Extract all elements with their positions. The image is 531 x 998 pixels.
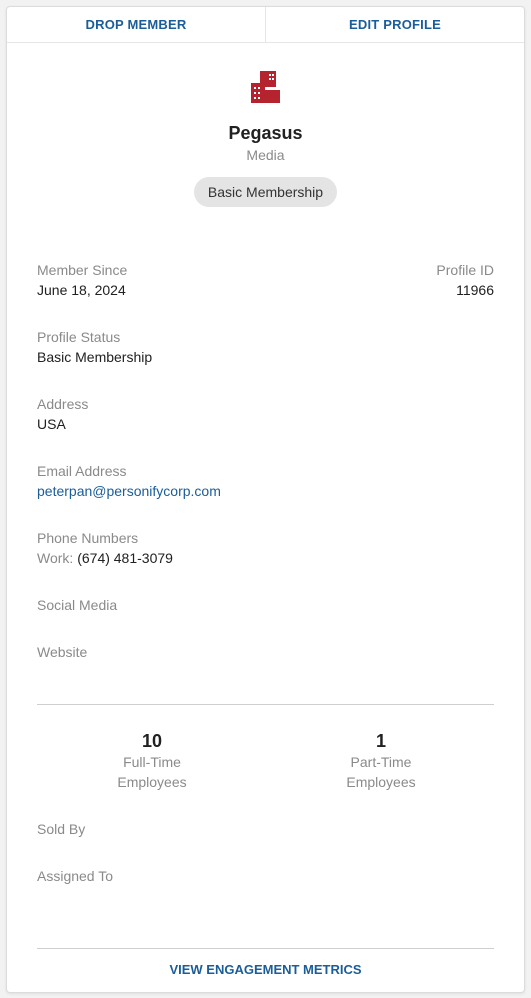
profile-id-label: Profile ID xyxy=(436,262,494,278)
phone-label: Phone Numbers xyxy=(37,530,139,546)
view-engagement-metrics-button[interactable]: VIEW ENGAGEMENT METRICS xyxy=(7,962,524,977)
member-profile-card: DROP MEMBER EDIT PROFILE Pegasus Media B… xyxy=(6,6,525,993)
part-time-label-line2: Employees xyxy=(346,774,416,790)
full-time-employees-stat: 10 Full-Time Employees xyxy=(92,731,212,792)
full-time-label-line2: Employees xyxy=(117,774,187,790)
buildings-icon xyxy=(251,71,280,103)
member-since-value: June 18, 2024 xyxy=(37,282,126,298)
card-actions: DROP MEMBER EDIT PROFILE xyxy=(7,7,524,43)
address-label: Address xyxy=(37,396,89,412)
part-time-employees-stat: 1 Part-Time Employees xyxy=(321,731,441,792)
website-label: Website xyxy=(37,644,88,660)
drop-member-button[interactable]: DROP MEMBER xyxy=(7,7,265,42)
part-time-label-line1: Part-Time xyxy=(350,754,412,770)
email-label: Email Address xyxy=(37,463,127,479)
sold-by-label: Sold By xyxy=(37,821,86,837)
address-value: USA xyxy=(37,416,66,432)
membership-badge: Basic Membership xyxy=(193,177,338,207)
phone-number: (674) 481-3079 xyxy=(77,550,173,566)
profile-status-value: Basic Membership xyxy=(37,349,153,365)
divider xyxy=(37,948,494,949)
member-since-label: Member Since xyxy=(37,262,128,278)
divider xyxy=(37,704,494,705)
organization-name: Pegasus xyxy=(228,123,303,143)
full-time-count: 10 xyxy=(141,731,163,751)
phone-row: Work: (674) 481-3079 xyxy=(37,550,173,566)
edit-profile-button[interactable]: EDIT PROFILE xyxy=(265,7,524,42)
organization-type: Media xyxy=(246,147,285,163)
social-media-label: Social Media xyxy=(37,597,118,613)
phone-type: Work: xyxy=(37,550,74,566)
assigned-to-label: Assigned To xyxy=(37,868,114,884)
membership-badge-wrap: Basic Membership xyxy=(7,177,524,207)
part-time-count: 1 xyxy=(375,731,386,751)
full-time-label-line1: Full-Time xyxy=(123,754,181,770)
email-link[interactable]: peterpan@personifycorp.com xyxy=(37,483,221,499)
profile-status-label: Profile Status xyxy=(37,329,121,345)
profile-id-value: 11966 xyxy=(456,282,494,298)
